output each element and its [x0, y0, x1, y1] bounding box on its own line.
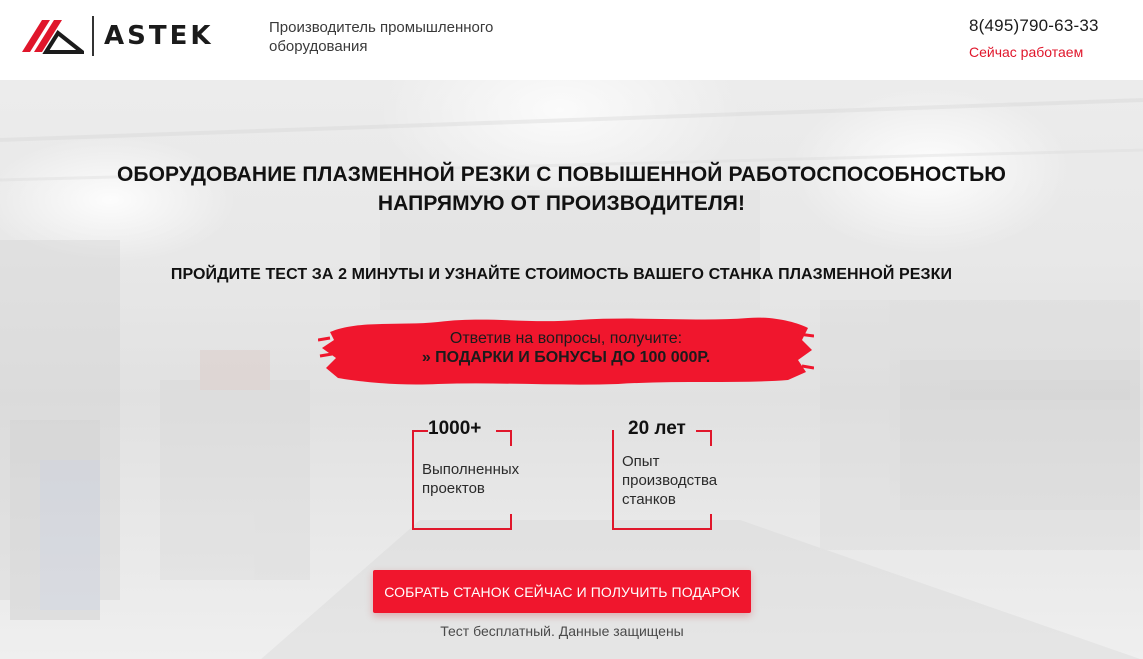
start-quiz-button[interactable]: СОБРАТЬ СТАНОК СЕЙЧАС И ПОЛУЧИТЬ ПОДАРОК: [373, 570, 751, 613]
phone-number[interactable]: 8(495)790-63-33: [969, 16, 1099, 36]
hero-subtitle: ПРОЙДИТЕ ТЕСТ ЗА 2 МИНУТЫ И УЗНАЙТЕ СТОИ…: [170, 266, 953, 283]
logo-divider: [92, 16, 94, 56]
stat-projects: 1000+ Выполненных проектов: [412, 418, 519, 530]
promo-text: Ответив на вопросы, получите: » ПОДАРКИ …: [318, 330, 814, 368]
stat-corner: [696, 514, 712, 530]
stat-corner: [496, 430, 512, 446]
site-header: ASTEK Производитель промышленного оборуд…: [0, 0, 1143, 80]
promo-line-2: » ПОДАРКИ И БОНУСЫ ДО 100 000Р.: [421, 349, 711, 366]
cta-note: Тест бесплатный. Данные защищены: [440, 623, 684, 639]
stat-value: 20 лет: [628, 418, 686, 439]
stat-border-left: [612, 430, 614, 530]
stat-experience: 20 лет Опыт производства станков: [612, 418, 717, 530]
stat-corner: [496, 514, 512, 530]
promo-line-1: Ответив на вопросы, получите:: [449, 330, 683, 347]
stat-label: Выполненных проектов: [422, 461, 520, 497]
hero-section: ОБОРУДОВАНИЕ ПЛАЗМЕННОЙ РЕЗКИ С ПОВЫШЕНН…: [0, 80, 1143, 659]
hero-title: ОБОРУДОВАНИЕ ПЛАЗМЕННОЙ РЕЗКИ С ПОВЫШЕНН…: [116, 163, 1007, 215]
stat-label: Опыт производства станков: [622, 453, 718, 508]
logo[interactable]: ASTEK: [20, 16, 238, 56]
stat-value: 1000+: [428, 418, 482, 439]
company-tagline: Производитель промышленного оборудования: [269, 19, 494, 55]
logo-text: ASTEK: [104, 21, 214, 51]
work-status: Сейчас работаем: [969, 44, 1084, 60]
stat-corner: [696, 430, 712, 446]
astek-logo-icon: [22, 20, 84, 54]
